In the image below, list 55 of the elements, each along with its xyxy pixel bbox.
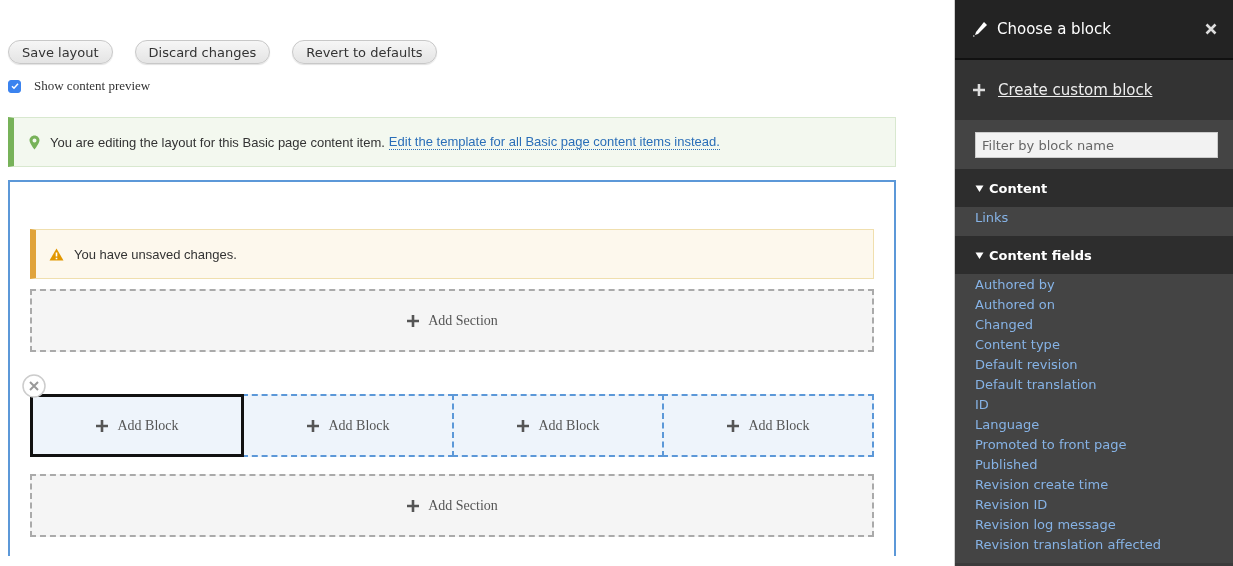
button[interactable]: Save layout (8, 40, 113, 64)
triangle-down-icon (975, 183, 984, 193)
add-block-link[interactable]: Add Block (452, 394, 664, 457)
block-link[interactable]: Published (955, 455, 1233, 475)
block-link[interactable]: Revision ID (955, 495, 1233, 515)
add-block-link[interactable]: Add Block (242, 394, 454, 457)
plus-icon (516, 418, 531, 433)
plus-icon (726, 418, 741, 433)
plus-icon (95, 418, 110, 433)
button[interactable]: Revert to defaults (292, 40, 437, 64)
category-toggle[interactable]: Content fields (955, 236, 1233, 274)
block-link[interactable]: Revision log message (955, 515, 1233, 535)
create-block-link[interactable]: Create custom block (998, 81, 1153, 99)
add-section-link[interactable]: Add Section (30, 474, 874, 537)
plus-icon (406, 313, 421, 328)
add-section-label: Add Section (428, 497, 498, 514)
block-link[interactable]: Default revision (955, 355, 1233, 375)
add-block-label: Add Block (748, 417, 810, 434)
close-button[interactable] (1203, 21, 1219, 37)
checkbox-label: Show content preview (34, 78, 151, 94)
block-link[interactable]: Promoted to front page (955, 435, 1233, 455)
block-link[interactable]: Content type (955, 335, 1233, 355)
close-icon (1205, 23, 1217, 35)
add-block-label: Add Block (117, 417, 179, 434)
block-link[interactable]: ID (955, 395, 1233, 415)
button[interactable]: Discard changes (134, 40, 271, 64)
add-block-label: Add Block (328, 417, 390, 434)
plus-icon (972, 83, 986, 97)
block-link[interactable]: Default translation (955, 375, 1233, 395)
template-link[interactable]: Edit the template for all Basic page content items instead. (388, 134, 720, 150)
add-block-link[interactable]: Add Block (662, 394, 874, 457)
plus-icon (406, 498, 421, 513)
message-text: You are editing the layout for this Basic page content item. (50, 134, 385, 150)
filter-field[interactable]: Filter by block name (975, 132, 1218, 158)
add-section-label: Add Section (428, 312, 498, 329)
checkmark-icon (10, 82, 19, 90)
add-section-link[interactable]: Add Section (30, 289, 874, 352)
map-pin-icon (29, 134, 40, 150)
block-link[interactable]: Changed (955, 315, 1233, 335)
add-block-link[interactable]: Add Block (30, 394, 244, 457)
triangle-down-icon (975, 250, 984, 260)
add-block-label: Add Block (538, 417, 600, 434)
warning-icon (49, 247, 64, 261)
plus-icon (306, 418, 321, 433)
block-link[interactable]: Revision translation affected (955, 535, 1233, 555)
panel-title: Choose a block (997, 20, 1112, 38)
warning-text: You have unsaved changes. (74, 246, 237, 262)
block-link[interactable]: Revision create time (955, 475, 1233, 495)
block-link[interactable]: Authored by (955, 275, 1233, 295)
pencil-icon (972, 21, 988, 37)
block-link[interactable]: Language (955, 415, 1233, 435)
remove-section-icon (22, 374, 46, 398)
category-toggle[interactable]: Content (955, 169, 1233, 207)
checkbox[interactable] (8, 79, 21, 93)
block-link[interactable]: Authored on (955, 295, 1233, 315)
